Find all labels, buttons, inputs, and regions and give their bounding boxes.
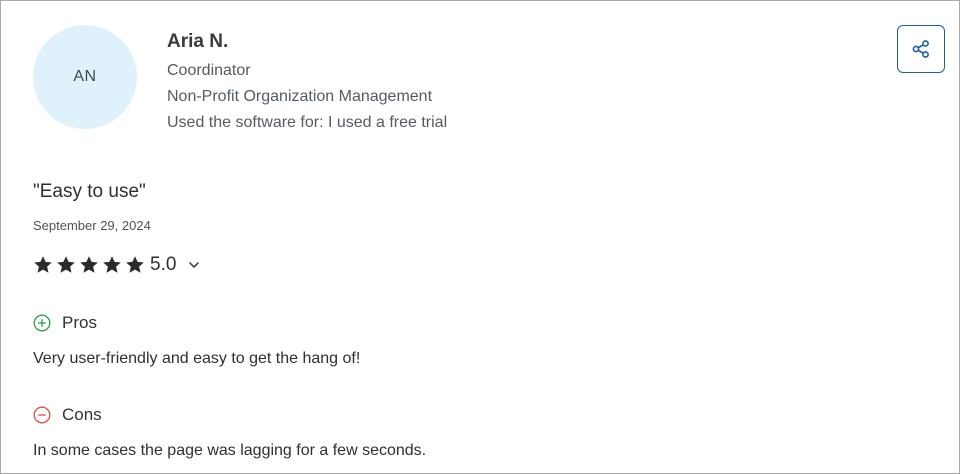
cons-header: Cons <box>33 402 102 428</box>
minus-circle-icon <box>33 406 51 424</box>
plus-circle-icon <box>33 314 51 332</box>
reviewer-role: Coordinator <box>167 62 251 79</box>
rating-row: 5.0 <box>33 251 200 279</box>
star-icon <box>126 256 144 273</box>
star-icon <box>80 256 98 273</box>
avatar-initials: AN <box>73 68 97 85</box>
pros-label: Pros <box>62 313 97 332</box>
review-title: "Easy to use" <box>33 181 146 202</box>
avatar: AN <box>33 25 137 129</box>
rating-value: 5.0 <box>150 254 177 275</box>
pros-text: Very user-friendly and easy to get the h… <box>33 350 361 367</box>
reviewer-info: Aria N. Coordinator Non-Profit Organizat… <box>167 30 447 136</box>
share-icon <box>912 40 929 58</box>
cons-label: Cons <box>62 405 102 424</box>
share-button[interactable] <box>897 25 945 73</box>
chevron-down-icon[interactable] <box>188 259 200 271</box>
star-icon <box>34 256 52 273</box>
pros-header: Pros <box>33 310 97 336</box>
star-icon <box>103 256 121 273</box>
star-rating <box>33 255 148 275</box>
star-icon <box>57 256 75 273</box>
review-card: AN Aria N. Coordinator Non-Profit Organi… <box>0 0 960 474</box>
reviewer-industry: Non-Profit Organization Management <box>167 88 433 105</box>
cons-text: In some cases the page was lagging for a… <box>33 442 427 459</box>
reviewer-name: Aria N. <box>167 31 229 52</box>
review-date: September 29, 2024 <box>33 218 151 233</box>
reviewer-usage: Used the software for: I used a free tri… <box>167 114 448 131</box>
